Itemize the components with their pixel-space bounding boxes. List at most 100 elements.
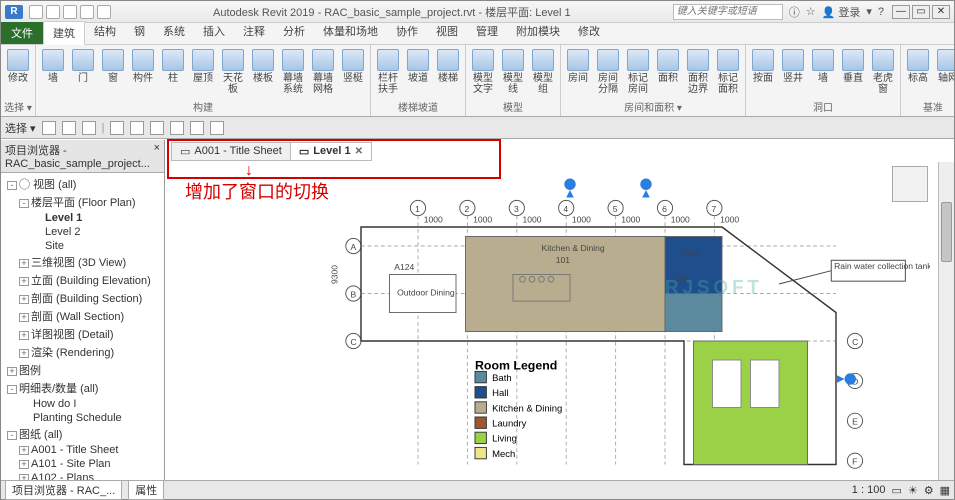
- minimize-button[interactable]: —: [892, 5, 910, 19]
- tree-node[interactable]: +图例: [1, 361, 164, 379]
- ribbon-tab[interactable]: 附加模块: [507, 20, 569, 44]
- document-tab[interactable]: ▭Level 1✕: [290, 142, 372, 161]
- close-button[interactable]: ✕: [932, 5, 950, 19]
- qat-save-icon[interactable]: [46, 5, 60, 19]
- ribbon-button[interactable]: 楼板: [249, 47, 277, 84]
- view-control-icon[interactable]: ▭: [891, 484, 901, 497]
- opt-icon[interactable]: [170, 121, 184, 135]
- ribbon-tab[interactable]: 注释: [234, 20, 274, 44]
- document-tab[interactable]: ▭A001 - Title Sheet: [171, 142, 291, 161]
- ribbon-button[interactable]: 房间 分隔: [594, 47, 622, 95]
- ribbon-button[interactable]: 模型 线: [499, 47, 527, 95]
- view-control-icon[interactable]: ⚙: [924, 484, 934, 497]
- opt-icon[interactable]: [190, 121, 204, 135]
- tree-node[interactable]: -楼层平面 (Floor Plan): [1, 193, 164, 211]
- qat-print-icon[interactable]: [97, 5, 111, 19]
- vertical-scrollbar[interactable]: [938, 162, 954, 480]
- tree-node[interactable]: -图纸 (all): [1, 425, 164, 443]
- tree-node[interactable]: +立面 (Building Elevation): [1, 271, 164, 289]
- ribbon-tab[interactable]: 协作: [387, 20, 427, 44]
- ribbon-button[interactable]: 面积 边界: [684, 47, 712, 95]
- file-tab[interactable]: 文件: [1, 22, 43, 44]
- tree-node[interactable]: +剖面 (Wall Section): [1, 307, 164, 325]
- ribbon-button[interactable]: 天花板: [219, 47, 247, 95]
- browser-close-icon[interactable]: ×: [154, 142, 160, 170]
- opt-icon[interactable]: [110, 121, 124, 135]
- tree-node[interactable]: +A101 - Site Plan: [1, 457, 164, 471]
- opt-icon[interactable]: [150, 121, 164, 135]
- opt-icon[interactable]: [82, 121, 96, 135]
- qat-redo-icon[interactable]: [80, 5, 94, 19]
- ribbon-button[interactable]: 构件: [129, 47, 157, 84]
- ribbon-button[interactable]: 窗: [99, 47, 127, 84]
- opt-icon[interactable]: [130, 121, 144, 135]
- ribbon-button[interactable]: 标高: [904, 47, 932, 84]
- ribbon-tab[interactable]: 插入: [194, 20, 234, 44]
- tree-node[interactable]: +三维视图 (3D View): [1, 253, 164, 271]
- ribbon-tab[interactable]: 视图: [427, 20, 467, 44]
- ribbon-button[interactable]: 柱: [159, 47, 187, 84]
- ribbon-button[interactable]: 栏杆扶手: [374, 47, 402, 95]
- ribbon-tab[interactable]: 钢: [125, 20, 154, 44]
- info-icon[interactable]: ⓘ: [789, 4, 800, 20]
- ribbon-tab[interactable]: 修改: [569, 20, 609, 44]
- tree-node[interactable]: +渲染 (Rendering): [1, 343, 164, 361]
- help-icon[interactable]: ?: [878, 6, 884, 18]
- opt-icon[interactable]: [62, 121, 76, 135]
- tree-node[interactable]: -明细表/数量 (all): [1, 379, 164, 397]
- ribbon-button[interactable]: 墙: [809, 47, 837, 84]
- view-control-icon[interactable]: ☀: [908, 484, 918, 497]
- ribbon-button[interactable]: 修改: [4, 47, 32, 84]
- drawing-canvas[interactable]: 11000210003100041000510006100071000 ABC …: [305, 170, 930, 474]
- status-tab[interactable]: 属性: [128, 480, 164, 500]
- tree-node[interactable]: Planting Schedule: [1, 411, 164, 425]
- star-icon[interactable]: ☆: [806, 5, 816, 18]
- ribbon-button[interactable]: 楼梯: [434, 47, 462, 84]
- ribbon-tab[interactable]: 结构: [85, 20, 125, 44]
- opt-icon[interactable]: [42, 121, 56, 135]
- project-tree[interactable]: -◯ 视图 (all)-楼层平面 (Floor Plan)Level 1Leve…: [1, 173, 164, 480]
- ribbon-button[interactable]: 标记 房间: [624, 47, 652, 95]
- ribbon-button[interactable]: 墙: [39, 47, 67, 84]
- ribbon-tab[interactable]: 系统: [154, 20, 194, 44]
- tree-node[interactable]: Site: [1, 239, 164, 253]
- ribbon-tab[interactable]: 管理: [467, 20, 507, 44]
- tab-close-icon[interactable]: ✕: [355, 146, 363, 157]
- ribbon-button[interactable]: 房间: [564, 47, 592, 84]
- ribbon-button[interactable]: 竖梃: [339, 47, 367, 84]
- ribbon-button[interactable]: 轴网: [934, 47, 954, 84]
- ribbon-button[interactable]: 垂直: [839, 47, 867, 84]
- ribbon-button[interactable]: 门: [69, 47, 97, 84]
- tree-node[interactable]: +详图视图 (Detail): [1, 325, 164, 343]
- ribbon-tab[interactable]: 建筑: [43, 21, 85, 45]
- search-input[interactable]: [673, 4, 783, 20]
- tree-node[interactable]: Level 2: [1, 225, 164, 239]
- ribbon-button[interactable]: 幕墙 网格: [309, 47, 337, 95]
- ribbon-button[interactable]: 屋顶: [189, 47, 217, 84]
- tree-node[interactable]: +剖面 (Building Section): [1, 289, 164, 307]
- ribbon-button[interactable]: 按面: [749, 47, 777, 84]
- ribbon-button[interactable]: 老虎窗: [869, 47, 897, 95]
- ribbon-button[interactable]: 幕墙 系统: [279, 47, 307, 95]
- login-button[interactable]: 👤 登录: [822, 4, 861, 20]
- ribbon-button[interactable]: 模型 组: [529, 47, 557, 95]
- tree-node[interactable]: Level 1: [1, 211, 164, 225]
- tree-node[interactable]: -◯ 视图 (all): [1, 175, 164, 193]
- status-tab[interactable]: 项目浏览器 - RAC_...: [5, 480, 122, 500]
- zoom-level[interactable]: 1 : 100: [852, 484, 886, 496]
- tree-node[interactable]: +A102 - Plans: [1, 471, 164, 480]
- maximize-button[interactable]: ▭: [912, 5, 930, 19]
- ribbon-button[interactable]: 面积: [654, 47, 682, 84]
- opt-icon[interactable]: [210, 121, 224, 135]
- tree-node[interactable]: +A001 - Title Sheet: [1, 443, 164, 457]
- ribbon-tab[interactable]: 体量和场地: [314, 20, 387, 44]
- ribbon-tab[interactable]: 分析: [274, 20, 314, 44]
- qat-undo-icon[interactable]: [63, 5, 77, 19]
- view-control-icon[interactable]: ▦: [940, 484, 950, 497]
- ribbon-button[interactable]: 坡道: [404, 47, 432, 84]
- ribbon-button[interactable]: 标记 面积: [714, 47, 742, 95]
- exchange-icon[interactable]: ▾: [866, 5, 872, 18]
- tree-node[interactable]: How do I: [1, 397, 164, 411]
- scrollbar-thumb[interactable]: [941, 202, 952, 262]
- qat-open-icon[interactable]: [29, 5, 43, 19]
